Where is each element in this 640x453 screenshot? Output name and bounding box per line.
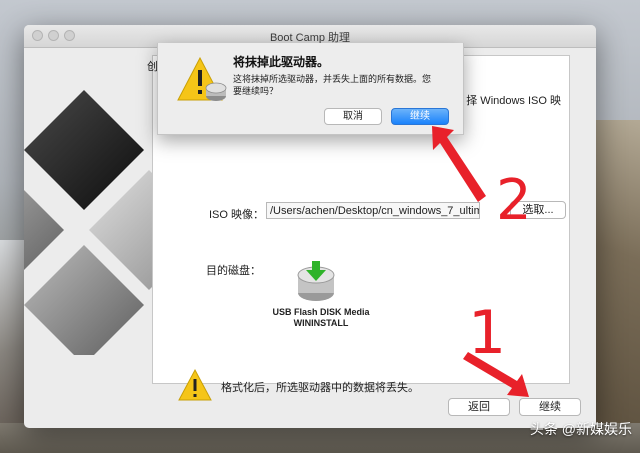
panel-heading: 择 Windows ISO 映 [466,95,561,107]
warning-usb-icon [177,56,227,101]
warning-icon [178,368,212,401]
usb-drive-name: USB Flash DISK Media WININSTALL [261,307,381,329]
alert-message: 这将抹掉所选驱动器，并丢失上面的所有数据。您要继续吗？ [233,74,432,96]
annotation-number-2: 2 [496,168,532,233]
usb-drive-icon[interactable] [293,259,339,305]
destination-disk-label: 目的磁盘： [206,265,261,277]
iso-image-label: ISO 映像： [209,209,265,221]
watermark-text: 头条 @新媒娱乐 [529,421,632,437]
background-mountain-right [590,120,640,453]
usb-drive-volume: WININSTALL [293,318,349,328]
format-warning-text: 格式化后，所选驱动器中的数据将丢失。 [221,382,419,394]
annotation-arrow-2 [432,126,486,202]
alert-cancel-button[interactable]: 取消 [324,108,382,125]
usb-drive-model: USB Flash DISK Media [272,307,370,317]
annotation-number-1: 1 [468,298,507,368]
erase-drive-alert: 将抹掉此驱动器。 这将抹掉所选驱动器，并丢失上面的所有数据。您要继续吗？ 取消 … [157,43,464,135]
alert-title: 将抹掉此驱动器。 [233,55,330,69]
